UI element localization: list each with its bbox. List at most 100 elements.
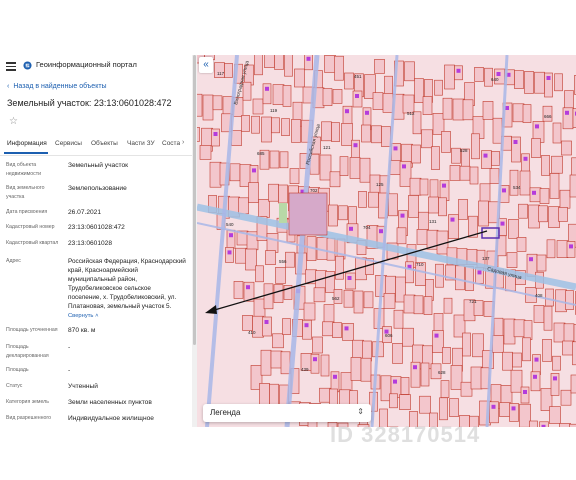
parcel bbox=[514, 70, 524, 89]
parcel bbox=[444, 64, 455, 90]
highlight-parcel bbox=[513, 140, 518, 144]
parcel bbox=[449, 165, 461, 181]
parcel bbox=[559, 423, 571, 427]
parcel bbox=[533, 305, 545, 323]
parcel bbox=[326, 237, 336, 261]
tab-composition[interactable]: Состав bbox=[162, 140, 180, 147]
highlight-parcel bbox=[500, 221, 505, 226]
parcel bbox=[459, 165, 471, 181]
app-frame: Геоинформационный портал ‹ Назад в найден… bbox=[0, 55, 576, 427]
hamburger-icon[interactable] bbox=[6, 62, 16, 71]
parcel bbox=[260, 349, 272, 376]
property-label: Площадь уточненная bbox=[6, 327, 58, 333]
collapse-panel-button[interactable]: « bbox=[199, 57, 213, 73]
parcel bbox=[372, 92, 384, 110]
parcel bbox=[413, 295, 424, 315]
parcel bbox=[434, 79, 443, 96]
parcel-number: 606 bbox=[385, 333, 393, 338]
parcel bbox=[512, 103, 525, 123]
parcel bbox=[274, 55, 284, 70]
parcel-number: 119 bbox=[270, 108, 278, 113]
highlight-parcel bbox=[347, 276, 352, 280]
parcel bbox=[409, 177, 422, 196]
collapse-link[interactable]: Свернуть ˄ bbox=[68, 312, 186, 321]
parcel bbox=[271, 117, 280, 134]
parcel bbox=[458, 199, 468, 220]
parcel bbox=[519, 170, 531, 196]
property-label: Дата присвоения bbox=[6, 209, 48, 215]
parcel bbox=[226, 229, 236, 249]
parcel bbox=[442, 97, 453, 120]
parcel bbox=[322, 321, 334, 337]
property-label: Статус bbox=[6, 383, 23, 389]
parcel-number: 451 bbox=[354, 74, 362, 79]
parcel bbox=[319, 154, 332, 181]
highlight-parcel bbox=[252, 168, 256, 173]
cadastral-map[interactable]: 117 119 121 125 131 137 408 410 439 451 512 528 534 5… bbox=[197, 55, 576, 427]
parcel bbox=[513, 319, 526, 338]
highlight-parcel bbox=[402, 164, 406, 169]
parcel bbox=[469, 166, 479, 185]
parcel bbox=[313, 287, 326, 303]
parcel-number: 666 bbox=[544, 114, 552, 119]
scrollbar-thumb[interactable] bbox=[193, 55, 196, 345]
parcel bbox=[565, 290, 574, 310]
highlight-parcel bbox=[333, 374, 337, 379]
parcel-number: 685 bbox=[257, 151, 265, 156]
parcel bbox=[449, 398, 459, 417]
parcel bbox=[403, 294, 416, 314]
parcel bbox=[303, 302, 316, 321]
parcel bbox=[455, 265, 465, 291]
highlight-parcel bbox=[353, 143, 358, 148]
parcel bbox=[324, 55, 336, 73]
parcel-number: 125 bbox=[376, 182, 384, 187]
property-value-address: Российская Федерация, Краснодарский край… bbox=[68, 258, 186, 310]
legend-dropdown[interactable]: Легенда ⇕ bbox=[203, 404, 371, 422]
parcel bbox=[506, 252, 518, 268]
property-value: Земли населенных пунктов bbox=[68, 399, 152, 406]
tab-information[interactable]: Информация bbox=[7, 140, 47, 147]
parcel bbox=[358, 191, 367, 208]
chevron-right-icon[interactable]: › bbox=[182, 139, 184, 146]
parcel bbox=[462, 99, 474, 121]
parcel bbox=[312, 336, 323, 354]
parcel bbox=[282, 85, 292, 107]
highlight-parcel bbox=[529, 257, 533, 262]
highlight-parcel bbox=[523, 156, 528, 161]
parcel bbox=[374, 59, 385, 74]
parcel-number: 702 bbox=[310, 188, 318, 193]
parcel bbox=[352, 339, 364, 360]
tab-services[interactable]: Сервисы bbox=[55, 140, 82, 147]
parcel bbox=[509, 169, 519, 196]
parcel bbox=[443, 297, 453, 314]
star-icon[interactable]: ☆ bbox=[9, 117, 18, 127]
parcel bbox=[512, 352, 522, 368]
chevron-up-icon: ˄ bbox=[95, 313, 99, 319]
parcel-number: 640 bbox=[491, 77, 499, 82]
tab-parts[interactable]: Части ЗУ bbox=[127, 140, 155, 147]
parcel bbox=[541, 155, 550, 176]
parcel bbox=[442, 347, 451, 364]
parcel bbox=[334, 55, 344, 81]
parcel bbox=[518, 203, 528, 219]
parcel bbox=[360, 357, 372, 382]
highlight-parcel bbox=[413, 365, 417, 370]
parcel bbox=[252, 98, 264, 115]
parcel bbox=[352, 90, 363, 108]
highlight-parcel bbox=[365, 110, 369, 115]
green-area bbox=[279, 203, 287, 223]
highlight-parcel bbox=[393, 379, 397, 384]
parcel bbox=[416, 229, 429, 245]
highlight-parcel bbox=[355, 94, 359, 98]
parcel bbox=[197, 93, 203, 117]
app-title: Геоинформационный портал bbox=[36, 60, 137, 69]
parcel bbox=[554, 73, 563, 92]
parcel bbox=[258, 199, 270, 218]
back-to-results-link[interactable]: ‹ Назад в найденные объекты bbox=[7, 83, 107, 90]
parcel bbox=[344, 72, 354, 90]
highlight-parcel bbox=[553, 376, 557, 381]
tab-objects[interactable]: Объекты bbox=[91, 140, 118, 147]
parcel bbox=[202, 94, 214, 121]
map-canvas[interactable]: 117 119 121 125 131 137 408 410 439 451 512 528 534 5… bbox=[197, 55, 576, 427]
parcel bbox=[450, 365, 463, 390]
